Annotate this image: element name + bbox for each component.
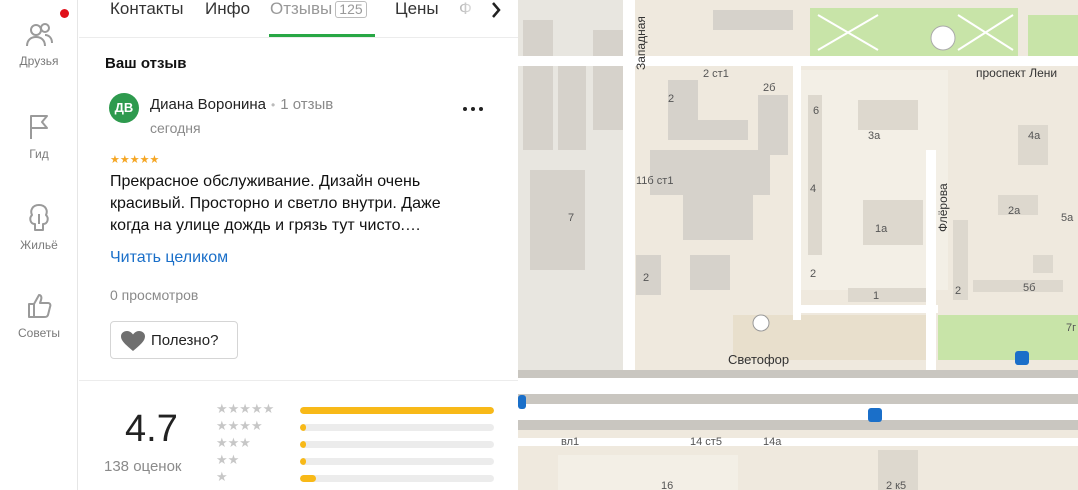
housing-icon bbox=[29, 204, 49, 231]
house-number: 2б bbox=[763, 82, 776, 94]
left-rail: Друзья Гид Жильё Советы bbox=[0, 0, 78, 490]
distribution-stars: ★★★★ bbox=[216, 418, 263, 433]
house-number: 3а bbox=[868, 130, 881, 142]
more-options-icon[interactable] bbox=[461, 102, 485, 116]
house-number: 14а bbox=[763, 436, 782, 448]
house-number: 2 bbox=[955, 285, 962, 297]
tab-active-indicator bbox=[269, 34, 375, 37]
divider bbox=[79, 380, 518, 381]
rating-count: 138 оценок bbox=[104, 458, 182, 475]
distribution-bar-fill bbox=[300, 441, 306, 448]
house-number: 2 bbox=[668, 93, 675, 105]
house-number: 2 bbox=[810, 268, 817, 280]
chevron-right-icon[interactable] bbox=[484, 0, 508, 22]
tab-prices[interactable]: Цены bbox=[395, 0, 439, 18]
rail-label-tips: Советы bbox=[18, 326, 60, 340]
distribution-bar-fill bbox=[300, 407, 494, 414]
review-date: сегодня bbox=[150, 120, 201, 136]
author-separator: • bbox=[271, 98, 276, 112]
house-number: 11б ст1 bbox=[636, 175, 674, 187]
tab-reviews[interactable]: Отзывы 125 bbox=[270, 0, 367, 18]
tab-info[interactable]: Инфо bbox=[205, 0, 250, 18]
tab-reviews-label: Отзывы bbox=[270, 0, 333, 18]
distribution-bar-fill bbox=[300, 424, 306, 431]
guide-flag-icon bbox=[30, 115, 48, 139]
house-number: 16 bbox=[661, 480, 674, 490]
house-number: 2а bbox=[1008, 205, 1021, 217]
distribution-stars: ★★★★★ bbox=[216, 401, 275, 416]
house-number: 7г bbox=[1066, 322, 1077, 334]
review-stars: ★★★★★ bbox=[110, 154, 160, 166]
review-author[interactable]: Диана Воронина • 1 отзыв bbox=[150, 96, 333, 113]
tab-bar: Контакты Инфо Отзывы125 Цены Ф bbox=[79, 0, 518, 38]
useful-button[interactable]: Полезно? bbox=[110, 321, 238, 359]
views-count: 0 просмотров bbox=[110, 287, 199, 303]
rail-item-friends[interactable]: Друзья bbox=[0, 22, 78, 68]
house-number: 14 ст5 bbox=[690, 436, 722, 448]
house-number: 5б bbox=[1023, 282, 1036, 294]
house-number: 5а bbox=[1061, 212, 1074, 224]
distribution-bar-fill bbox=[300, 458, 306, 465]
distribution-bar bbox=[300, 441, 494, 448]
distribution-bar bbox=[300, 407, 494, 414]
street-flerova: Флёрова bbox=[936, 183, 950, 232]
street-prospekt-lenina: проспект Лени bbox=[976, 66, 1058, 80]
distribution-bar-fill bbox=[300, 475, 316, 482]
rail-label-housing: Жильё bbox=[20, 238, 58, 252]
avatar[interactable]: ДВ bbox=[109, 93, 139, 123]
author-name: Диана Воронина bbox=[150, 96, 266, 113]
friends-icon bbox=[26, 23, 53, 47]
rail-item-housing[interactable]: Жильё bbox=[0, 202, 78, 252]
distribution-stars: ★★★ bbox=[216, 435, 251, 450]
distribution-stars: ★ bbox=[216, 469, 228, 484]
useful-label: Полезно? bbox=[151, 331, 219, 349]
read-more-link[interactable]: Читать целиком bbox=[110, 249, 228, 267]
house-number: вл1 bbox=[561, 436, 580, 448]
reviews-panel: Контакты Инфо Отзывы125 Цены Ф Ваш отзыв… bbox=[79, 0, 518, 490]
heart-icon bbox=[121, 331, 145, 351]
thumbs-up-icon bbox=[28, 294, 52, 318]
notification-dot bbox=[60, 9, 69, 18]
distribution-bar bbox=[300, 458, 494, 465]
tab-reviews-count: 125 bbox=[335, 1, 367, 18]
house-number: 4 bbox=[810, 183, 817, 195]
house-number: 4а bbox=[1028, 130, 1041, 142]
poi-label[interactable]: Светофор bbox=[728, 352, 789, 367]
house-number: 7 bbox=[568, 212, 575, 224]
rail-label-friends: Друзья bbox=[19, 54, 59, 68]
house-number: 1а bbox=[875, 223, 888, 235]
house-number: 2 bbox=[643, 272, 650, 284]
rail-label-guide: Гид bbox=[29, 147, 49, 161]
street-zapadnaya: Западная bbox=[634, 16, 648, 70]
house-number: 2 ст1 bbox=[703, 68, 729, 80]
house-number: 2 к5 bbox=[886, 480, 907, 490]
house-number: 6 bbox=[813, 105, 820, 117]
map[interactable]: Западная проспект Лени Флёрова Светофор … bbox=[518, 0, 1078, 490]
house-number: 1 bbox=[873, 290, 880, 302]
section-title: Ваш отзыв bbox=[105, 55, 187, 72]
tab-fade bbox=[451, 0, 481, 30]
distribution-stars: ★★ bbox=[216, 452, 240, 467]
author-reviews-count: 1 отзыв bbox=[280, 96, 334, 113]
rail-item-tips[interactable]: Советы bbox=[0, 292, 78, 340]
distribution-bar bbox=[300, 475, 494, 482]
review-text: Прекрасное обслуживание. Дизайн очень кр… bbox=[110, 173, 441, 234]
rating-value: 4.7 bbox=[125, 408, 178, 450]
distribution-bar bbox=[300, 424, 494, 431]
rail-item-guide[interactable]: Гид bbox=[0, 113, 78, 161]
tab-contacts[interactable]: Контакты bbox=[110, 0, 183, 18]
